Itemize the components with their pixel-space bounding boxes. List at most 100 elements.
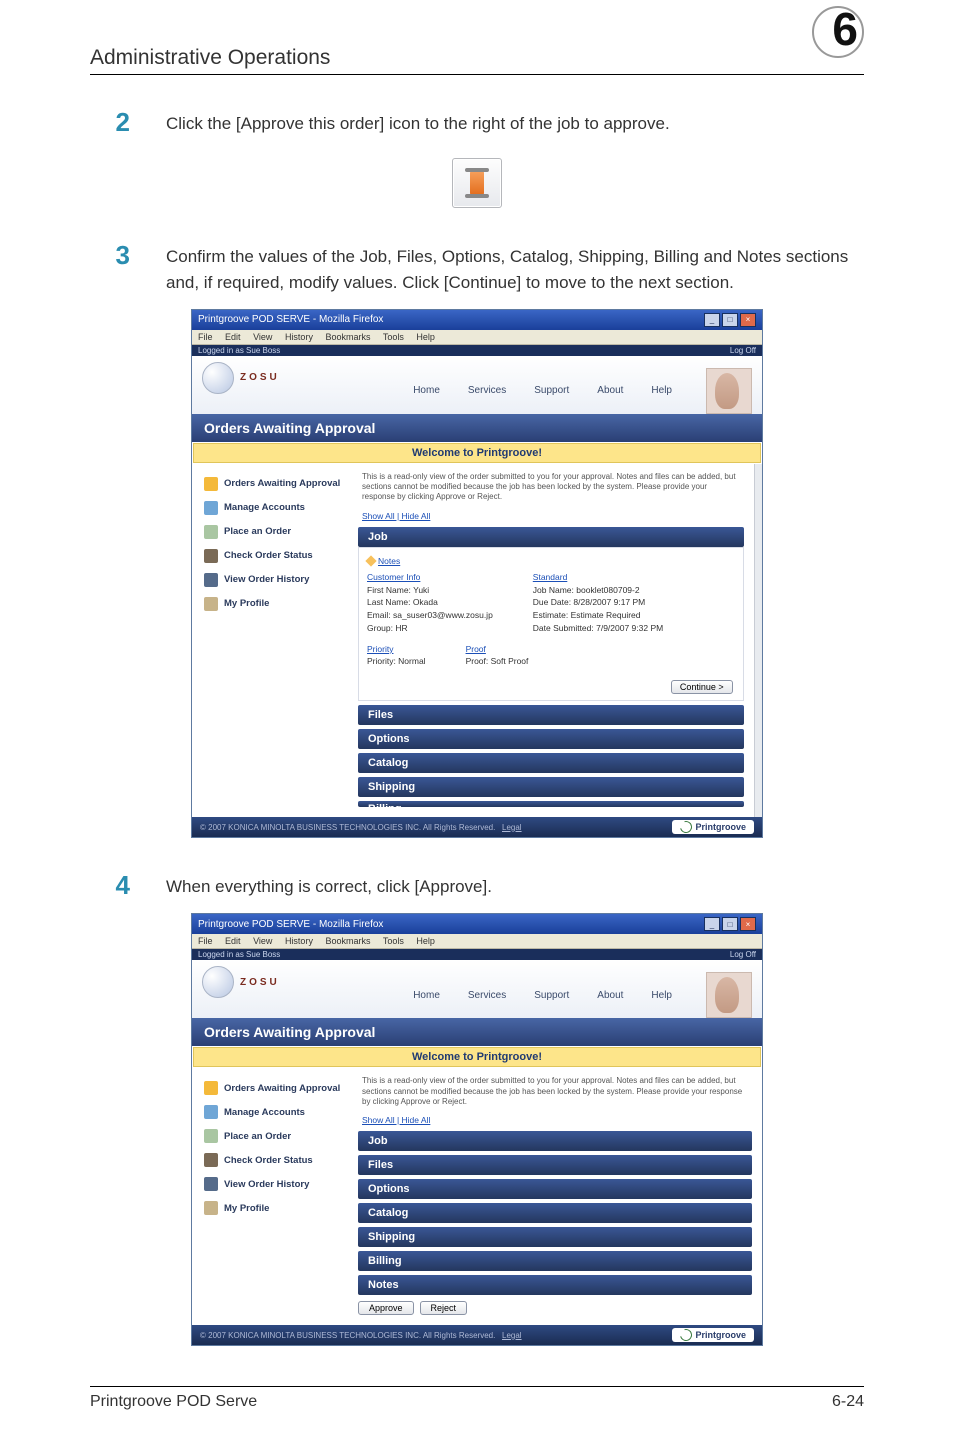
panel-catalog[interactable]: Catalog xyxy=(358,1203,752,1223)
continue-button[interactable]: Continue > xyxy=(671,680,733,694)
top-bar: ZOSU Home Services Support About Help xyxy=(192,960,762,1018)
sidebar-item-check-status[interactable]: Check Order Status xyxy=(202,544,348,568)
panel-job[interactable]: Job xyxy=(358,1131,752,1151)
panel-billing[interactable]: Billing xyxy=(358,1251,752,1271)
step-4: 4 When everything is correct, click [App… xyxy=(90,870,864,901)
notes-link[interactable]: Notes xyxy=(367,556,400,566)
search-icon xyxy=(204,549,218,563)
printgroove-logo: Printgroove xyxy=(672,820,754,834)
nav-services[interactable]: Services xyxy=(468,990,506,1001)
step-2: 2 Click the [Approve this order] icon to… xyxy=(90,107,864,138)
login-strip: Logged in as Sue Boss Log Off xyxy=(192,345,762,356)
sidebar-item-label: Manage Accounts xyxy=(224,502,305,513)
approve-button[interactable]: Approve xyxy=(358,1301,414,1315)
menu-edit[interactable]: Edit xyxy=(225,936,241,946)
maximize-icon[interactable]: □ xyxy=(722,917,738,931)
panel-files[interactable]: Files xyxy=(358,705,744,725)
window-titlebar: Printgroove POD SERVE - Mozilla Firefox … xyxy=(192,310,762,330)
logoff-link[interactable]: Log Off xyxy=(730,346,756,355)
sidebar-item-label: Manage Accounts xyxy=(224,1107,305,1118)
nav-about[interactable]: About xyxy=(597,990,623,1001)
approve-order-icon xyxy=(452,158,502,208)
copyright: © 2007 KONICA MINOLTA BUSINESS TECHNOLOG… xyxy=(200,1331,495,1340)
panel-catalog[interactable]: Catalog xyxy=(358,753,744,773)
menu-view[interactable]: View xyxy=(253,936,272,946)
menu-tools[interactable]: Tools xyxy=(383,936,404,946)
sidebar-item-check-status[interactable]: Check Order Status xyxy=(202,1148,348,1172)
profile-icon xyxy=(204,597,218,611)
history-icon xyxy=(204,573,218,587)
user-avatar xyxy=(706,972,752,1018)
sidebar-item-approval[interactable]: Orders Awaiting Approval xyxy=(202,1076,348,1100)
show-hide-link[interactable]: Show All | Hide All xyxy=(358,509,434,523)
minimize-icon[interactable]: _ xyxy=(704,313,720,327)
cart-icon xyxy=(204,525,218,539)
menu-file[interactable]: File xyxy=(198,332,213,342)
proof-link[interactable]: Proof xyxy=(466,644,486,654)
nav-home[interactable]: Home xyxy=(413,990,440,1001)
legal-link[interactable]: Legal xyxy=(502,1331,522,1340)
show-hide-link[interactable]: Show All | Hide All xyxy=(358,1113,434,1127)
sidebar-item-my-profile[interactable]: My Profile xyxy=(202,592,348,616)
panel-job[interactable]: Job xyxy=(358,527,744,547)
nav-services[interactable]: Services xyxy=(468,385,506,396)
pencil-icon xyxy=(365,555,376,566)
sidebar-item-accounts[interactable]: Manage Accounts xyxy=(202,1100,348,1124)
logoff-link[interactable]: Log Off xyxy=(730,950,756,959)
sidebar-item-order-history[interactable]: View Order History xyxy=(202,1172,348,1196)
sidebar-item-order-history[interactable]: View Order History xyxy=(202,568,348,592)
standard-link[interactable]: Standard xyxy=(533,572,568,582)
menu-bookmarks[interactable]: Bookmarks xyxy=(325,332,370,342)
scrollbar[interactable] xyxy=(754,464,762,817)
menu-help[interactable]: Help xyxy=(416,332,435,342)
sidebar-item-accounts[interactable]: Manage Accounts xyxy=(202,496,348,520)
close-icon[interactable]: × xyxy=(740,313,756,327)
menu-file[interactable]: File xyxy=(198,936,213,946)
legal-link[interactable]: Legal xyxy=(502,823,522,832)
menu-history[interactable]: History xyxy=(285,332,313,342)
sidebar-item-approval[interactable]: Orders Awaiting Approval xyxy=(202,472,348,496)
window-titlebar: Printgroove POD SERVE - Mozilla Firefox … xyxy=(192,914,762,934)
brand-logo: ZOSU xyxy=(202,966,280,998)
nav-about[interactable]: About xyxy=(597,385,623,396)
menu-bookmarks[interactable]: Bookmarks xyxy=(325,936,370,946)
swirl-icon xyxy=(678,819,694,835)
panel-billing-peek[interactable]: Billing xyxy=(358,801,744,807)
sidebar-item-label: Check Order Status xyxy=(224,1155,313,1166)
customer-info-link[interactable]: Customer Info xyxy=(367,572,420,582)
side-nav: Orders Awaiting Approval Manage Accounts… xyxy=(202,1076,348,1315)
panel-files[interactable]: Files xyxy=(358,1155,752,1175)
minimize-icon[interactable]: _ xyxy=(704,917,720,931)
brand-logo: ZOSU xyxy=(202,362,280,394)
menu-view[interactable]: View xyxy=(253,332,272,342)
close-icon[interactable]: × xyxy=(740,917,756,931)
panel-options[interactable]: Options xyxy=(358,729,744,749)
nav-support[interactable]: Support xyxy=(534,385,569,396)
side-nav: Orders Awaiting Approval Manage Accounts… xyxy=(202,472,348,807)
sidebar-item-place-order[interactable]: Place an Order xyxy=(202,520,348,544)
nav-home[interactable]: Home xyxy=(413,385,440,396)
menu-edit[interactable]: Edit xyxy=(225,332,241,342)
sidebar-item-my-profile[interactable]: My Profile xyxy=(202,1196,348,1220)
reject-button[interactable]: Reject xyxy=(420,1301,468,1315)
nav-help[interactable]: Help xyxy=(651,385,672,396)
welcome-banner: Welcome to Printgroove! xyxy=(193,1047,761,1067)
panel-options[interactable]: Options xyxy=(358,1179,752,1199)
menu-history[interactable]: History xyxy=(285,936,313,946)
panel-notes[interactable]: Notes xyxy=(358,1275,752,1295)
panel-shipping[interactable]: Shipping xyxy=(358,1227,752,1247)
job-name: Job Name: booklet080709-2 xyxy=(533,585,640,595)
logo-icon xyxy=(202,966,234,998)
priority-link[interactable]: Priority xyxy=(367,644,393,654)
nav-help[interactable]: Help xyxy=(651,990,672,1001)
main-content: This is a read-only view of the order su… xyxy=(358,472,744,807)
approval-icon xyxy=(204,1081,218,1095)
menu-tools[interactable]: Tools xyxy=(383,332,404,342)
panel-shipping[interactable]: Shipping xyxy=(358,777,744,797)
nav-support[interactable]: Support xyxy=(534,990,569,1001)
menu-help[interactable]: Help xyxy=(416,936,435,946)
window-title: Printgroove POD SERVE - Mozilla Firefox xyxy=(198,314,383,325)
maximize-icon[interactable]: □ xyxy=(722,313,738,327)
top-nav: Home Services Support About Help xyxy=(413,966,752,1018)
sidebar-item-place-order[interactable]: Place an Order xyxy=(202,1124,348,1148)
